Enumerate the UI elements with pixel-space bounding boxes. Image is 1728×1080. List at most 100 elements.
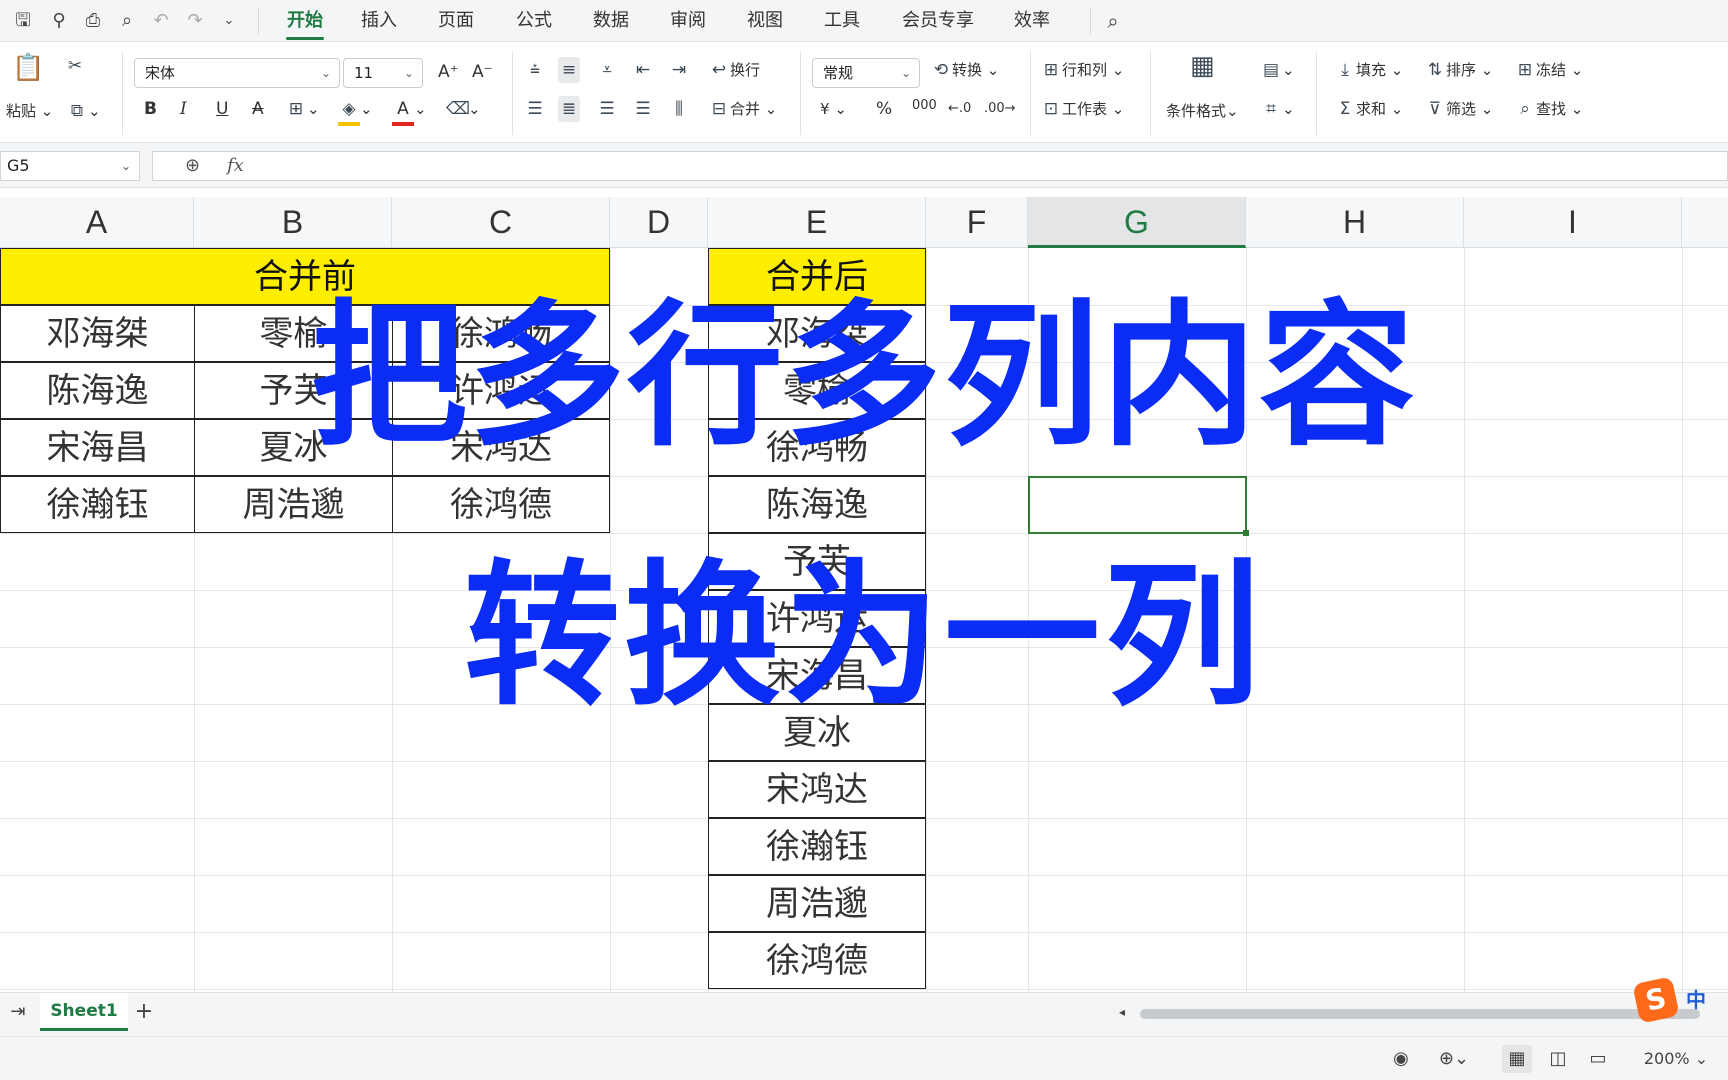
align-top-icon[interactable]: ⩮	[524, 57, 546, 83]
search-icon[interactable]: ⌕	[1100, 8, 1126, 34]
align-bottom-icon[interactable]: ⩡	[596, 57, 618, 83]
tab-home[interactable]: 开始	[280, 8, 330, 40]
decrease-indent-icon[interactable]: ⇤	[632, 57, 654, 83]
paste-button[interactable]: 粘贴 ⌄	[6, 98, 53, 124]
underline-button[interactable]: U	[216, 96, 228, 122]
sum-button[interactable]: Σ 求和 ⌄	[1334, 96, 1404, 122]
normal-view-icon[interactable]: ▦	[1502, 1045, 1532, 1073]
conditional-format-icon[interactable]: ▦	[1190, 53, 1215, 79]
currency-button[interactable]: ¥ ⌄	[820, 96, 847, 122]
fill-button[interactable]: ⤓ 填充 ⌄	[1334, 57, 1403, 83]
name-box[interactable]: G5 ⌄	[0, 151, 140, 181]
tab-formula[interactable]: 公式	[510, 8, 558, 34]
decrease-font-button[interactable]: A⁻	[472, 59, 493, 85]
add-sheet-button[interactable]: +	[132, 998, 156, 1026]
ime-toolbar[interactable]: S 中	[1632, 976, 1728, 1024]
bold-button[interactable]: B	[144, 96, 157, 122]
worksheet-button[interactable]: ⊡ 工作表 ⌄	[1040, 96, 1124, 122]
percent-button[interactable]: %	[876, 96, 892, 122]
print-preview-icon[interactable]: ⌕	[114, 8, 140, 34]
clear-format-icon[interactable]: ⌫⌄	[446, 96, 481, 122]
column-header-i[interactable]: I	[1464, 197, 1682, 248]
more-dropdown-icon[interactable]: ⌄	[216, 8, 242, 34]
crop-icon[interactable]: ⌗ ⌄	[1260, 96, 1294, 122]
column-header-g[interactable]: G	[1028, 197, 1246, 248]
paste-icon[interactable]: 📋	[12, 55, 44, 81]
align-left-icon[interactable]: ☰	[524, 96, 546, 122]
tab-page[interactable]: 页面	[432, 8, 480, 34]
cut-icon[interactable]: ✂	[64, 53, 86, 79]
font-name-select[interactable]: 宋体 ⌄	[134, 58, 340, 88]
decrease-decimal-icon[interactable]: .00→	[984, 96, 1016, 122]
column-header-e[interactable]: E	[708, 197, 926, 248]
align-right-icon[interactable]: ☰	[596, 96, 618, 122]
sheet-nav-icon[interactable]: ⇥	[6, 998, 30, 1026]
sort-button[interactable]: ⇅ 排序 ⌄	[1424, 57, 1493, 83]
after-cell[interactable]: 陈海逸	[708, 476, 926, 533]
eye-icon[interactable]: ◉	[1388, 1045, 1414, 1073]
zoom-level[interactable]: 200% ⌄	[1636, 1045, 1716, 1073]
column-header-c[interactable]: C	[392, 197, 610, 248]
page-break-icon[interactable]: ▭	[1584, 1045, 1612, 1073]
cell-style-icon[interactable]: ▤ ⌄	[1260, 57, 1295, 83]
tab-efficiency[interactable]: 效率	[1008, 8, 1056, 34]
column-header-d[interactable]: D	[610, 197, 708, 248]
formula-input[interactable]: ⊕ fx	[152, 151, 1728, 181]
find-button[interactable]: ⌕ 查找 ⌄	[1514, 96, 1583, 122]
redo-icon[interactable]: ↷	[182, 8, 208, 34]
increase-indent-icon[interactable]: ⇥	[668, 57, 690, 83]
strikethrough-button[interactable]: A	[252, 96, 264, 122]
freeze-button[interactable]: ⊞ 冻结 ⌄	[1514, 57, 1583, 83]
italic-button[interactable]: I	[180, 96, 187, 122]
font-color-icon[interactable]: A ⌄	[392, 96, 427, 126]
scroll-left-icon[interactable]: ◂	[1112, 998, 1132, 1026]
undo-icon[interactable]: ↶	[148, 8, 174, 34]
column-header-a[interactable]: A	[0, 197, 194, 248]
column-header-f[interactable]: F	[926, 197, 1028, 248]
thousands-button[interactable]: 000	[912, 93, 937, 119]
increase-font-button[interactable]: A⁺	[438, 59, 459, 85]
position-icon[interactable]: ⊕⌄	[1434, 1045, 1474, 1073]
convert-button[interactable]: ⟲ 转换 ⌄	[930, 57, 999, 83]
zoom-icon[interactable]: ⊕	[185, 152, 200, 180]
tab-review[interactable]: 审阅	[664, 8, 712, 34]
tab-view[interactable]: 视图	[741, 8, 789, 34]
column-header-b[interactable]: B	[194, 197, 392, 248]
after-cell[interactable]: 周浩邈	[708, 875, 926, 932]
tab-tools[interactable]: 工具	[818, 8, 866, 34]
horizontal-scrollbar[interactable]	[1140, 1009, 1700, 1019]
distributed-icon[interactable]: ⫼	[668, 96, 690, 122]
rows-columns-button[interactable]: ⊞ 行和列 ⌄	[1040, 57, 1124, 83]
before-cell-a5[interactable]: 徐瀚钰	[0, 476, 195, 533]
save-icon[interactable]: 🖫	[10, 8, 36, 34]
after-cell[interactable]: 徐瀚钰	[708, 818, 926, 875]
merge-button[interactable]: ⊟ 合并 ⌄	[708, 96, 777, 122]
page-layout-icon[interactable]: ◫	[1544, 1045, 1572, 1073]
increase-decimal-icon[interactable]: ←.0	[948, 96, 971, 122]
fill-color-icon[interactable]: ◈ ⌄	[338, 96, 373, 126]
align-middle-icon[interactable]: ≡	[558, 57, 580, 83]
number-format-select[interactable]: 常规 ⌄	[812, 58, 920, 88]
fx-icon[interactable]: fx	[227, 152, 244, 180]
tab-member[interactable]: 会员专享	[895, 8, 981, 34]
share-icon[interactable]: ⚲	[46, 8, 72, 34]
border-icon[interactable]: ⊞ ⌄	[285, 96, 320, 122]
tab-insert[interactable]: 插入	[355, 8, 403, 34]
sheet-tab-sheet1[interactable]: Sheet1	[40, 993, 128, 1031]
ime-mode-label[interactable]: 中	[1686, 986, 1706, 1014]
after-cell[interactable]: 宋鸿达	[708, 761, 926, 818]
tab-data[interactable]: 数据	[587, 8, 635, 34]
print-icon[interactable]: ⎙	[80, 8, 106, 34]
justify-icon[interactable]: ☰	[632, 96, 654, 122]
font-size-select[interactable]: 11 ⌄	[343, 58, 423, 88]
align-center-icon[interactable]: ≣	[558, 96, 580, 122]
conditional-format-button[interactable]: 条件格式⌄	[1166, 98, 1239, 124]
wrap-text-button[interactable]: ↩ 换行	[708, 57, 760, 83]
selected-cell-g5[interactable]	[1028, 476, 1249, 536]
column-header-h[interactable]: H	[1246, 197, 1464, 248]
filter-button[interactable]: ⊽ 筛选 ⌄	[1424, 96, 1494, 122]
copy-icon[interactable]: ⧉ ⌄	[66, 98, 101, 124]
after-cell[interactable]: 徐鸿德	[708, 932, 926, 989]
before-cell-b5[interactable]: 周浩邈	[194, 476, 393, 533]
before-cell-c5[interactable]: 徐鸿德	[392, 476, 610, 533]
